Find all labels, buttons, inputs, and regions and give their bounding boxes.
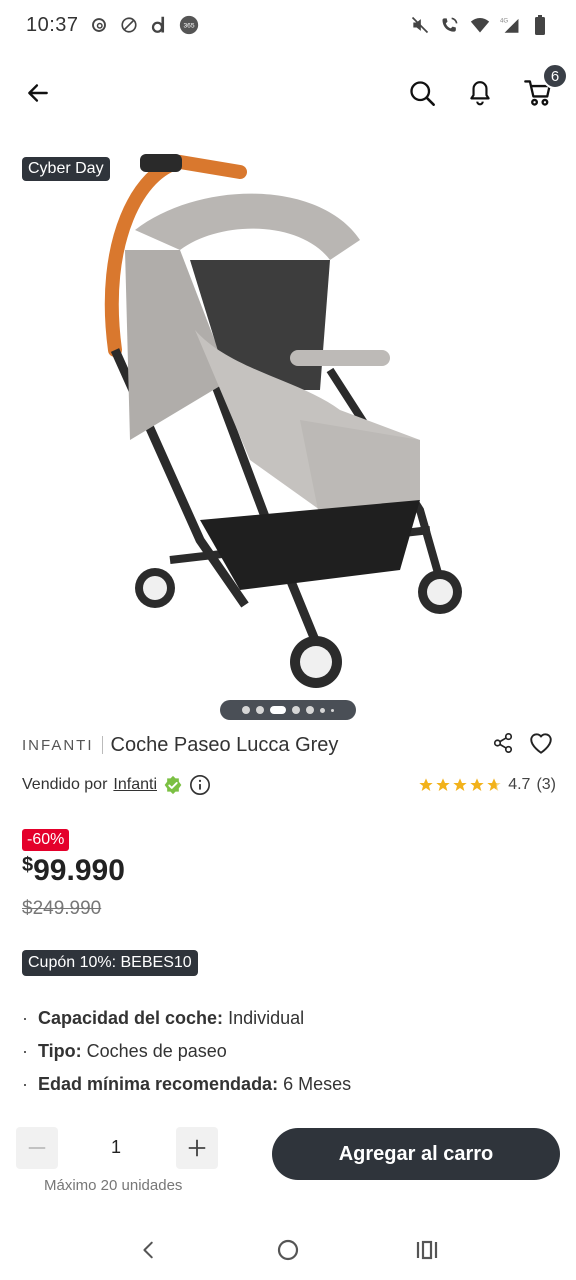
bullet: · bbox=[22, 1008, 28, 1028]
cart-button[interactable]: 6 bbox=[522, 63, 568, 109]
review-count: (3) bbox=[536, 776, 556, 793]
carousel-dot[interactable] bbox=[292, 706, 300, 714]
svg-text:365: 365 bbox=[183, 23, 194, 30]
cart-count-badge: 6 bbox=[542, 63, 568, 89]
search-button[interactable] bbox=[406, 77, 438, 109]
carousel-dot[interactable] bbox=[331, 708, 334, 712]
arrow-left-icon bbox=[28, 84, 48, 102]
original-price: $249.990 bbox=[22, 898, 102, 919]
wifi-call-icon bbox=[440, 15, 460, 35]
favorite-button[interactable] bbox=[528, 731, 554, 760]
product-specs: · Capacidad del coche: Individual · Tipo… bbox=[22, 1002, 554, 1101]
seller-rating-row: Vendido por Infanti 4.7 (3) bbox=[22, 770, 556, 800]
stroller-illustration bbox=[104, 154, 462, 688]
carousel-dot[interactable] bbox=[306, 706, 314, 714]
carousel-dot[interactable] bbox=[242, 706, 250, 714]
spec-item: · Capacidad del coche: Individual bbox=[22, 1002, 554, 1035]
add-to-cart-button[interactable]: Agregar al carro bbox=[272, 1128, 560, 1180]
mute-icon bbox=[410, 15, 430, 35]
share-button[interactable] bbox=[492, 732, 514, 759]
verified-seller-icon bbox=[164, 775, 182, 795]
max-quantity-hint: Máximo 20 unidades bbox=[44, 1177, 183, 1194]
title-divider bbox=[101, 736, 103, 754]
quantity-value[interactable]: 1 bbox=[106, 1137, 126, 1158]
spec-value: 6 Meses bbox=[283, 1074, 352, 1094]
blocked-icon bbox=[119, 15, 139, 35]
info-icon[interactable] bbox=[189, 774, 211, 796]
bell-icon bbox=[470, 81, 490, 106]
product-rating[interactable]: 4.7 (3) bbox=[418, 776, 556, 794]
discount-badge: -60% bbox=[22, 829, 70, 851]
svg-text:4G: 4G bbox=[500, 18, 508, 25]
signal-4g-icon: 4G bbox=[500, 15, 520, 35]
rating-stars bbox=[418, 777, 502, 793]
threads-icon bbox=[89, 15, 109, 35]
app-header: 6 bbox=[0, 58, 576, 128]
carousel-dot[interactable] bbox=[320, 707, 325, 713]
product-title-row: INFANTI Coche Paseo Lucca Grey bbox=[22, 730, 554, 760]
product-image[interactable] bbox=[0, 140, 576, 720]
d-app-icon bbox=[149, 15, 169, 35]
star-icon bbox=[436, 778, 450, 791]
increase-quantity-button[interactable] bbox=[176, 1127, 218, 1169]
spec-item: · Tipo: Coches de paseo bbox=[22, 1035, 554, 1068]
nav-back-button[interactable] bbox=[129, 1230, 169, 1270]
spec-value: Individual bbox=[228, 1008, 305, 1028]
star-icon bbox=[453, 778, 467, 791]
minus-icon bbox=[28, 1147, 46, 1149]
current-price: $99.990 bbox=[22, 854, 125, 888]
chevron-left-icon bbox=[143, 1241, 154, 1259]
spec-value: Coches de paseo bbox=[86, 1041, 227, 1061]
seller-link[interactable]: Infanti bbox=[113, 776, 157, 794]
cyber-day-badge: Cyber Day bbox=[22, 157, 110, 181]
back-button[interactable] bbox=[22, 77, 54, 109]
currency-symbol: $ bbox=[22, 854, 34, 876]
search-icon bbox=[410, 81, 435, 106]
bullet: · bbox=[22, 1041, 28, 1061]
share-icon bbox=[493, 732, 513, 753]
system-nav-bar bbox=[0, 1220, 576, 1280]
notifications-button[interactable] bbox=[464, 77, 496, 109]
spec-key: Tipo: bbox=[38, 1041, 82, 1061]
wifi-icon bbox=[470, 15, 490, 35]
brand-name[interactable]: INFANTI bbox=[22, 737, 94, 754]
spec-key: Capacidad del coche: bbox=[38, 1008, 224, 1028]
spec-key: Edad mínima recomendada: bbox=[38, 1074, 279, 1094]
quantity-stepper: 1 Máximo 20 unidades bbox=[16, 1127, 220, 1197]
status-bar: 10:37 365 4G bbox=[0, 0, 576, 50]
star-icon bbox=[419, 778, 433, 791]
plus-icon bbox=[188, 1139, 206, 1157]
star-half-icon bbox=[487, 778, 501, 791]
heart-icon bbox=[530, 732, 552, 754]
seller-prefix: Vendido por bbox=[22, 776, 108, 793]
battery-icon bbox=[530, 15, 550, 35]
product-name: Coche Paseo Lucca Grey bbox=[110, 733, 339, 756]
spec-item: · Edad mínima recomendada: 6 Meses bbox=[22, 1068, 554, 1101]
365-app-icon: 365 bbox=[179, 15, 199, 35]
coupon-badge[interactable]: Cupón 10%: BEBES10 bbox=[22, 950, 198, 976]
price-value: 99.990 bbox=[33, 854, 125, 887]
nav-home-button[interactable] bbox=[268, 1230, 308, 1270]
status-time: 10:37 bbox=[26, 13, 79, 36]
recents-icon bbox=[416, 1240, 437, 1260]
home-circle-icon bbox=[277, 1239, 299, 1261]
nav-recents-button[interactable] bbox=[407, 1230, 447, 1270]
image-carousel-indicator[interactable] bbox=[220, 700, 356, 720]
star-icon bbox=[470, 778, 484, 791]
bullet: · bbox=[22, 1074, 28, 1094]
rating-value: 4.7 bbox=[508, 776, 531, 793]
decrease-quantity-button[interactable] bbox=[16, 1127, 58, 1169]
carousel-dot[interactable] bbox=[256, 706, 264, 714]
carousel-dot-active[interactable] bbox=[270, 706, 286, 714]
